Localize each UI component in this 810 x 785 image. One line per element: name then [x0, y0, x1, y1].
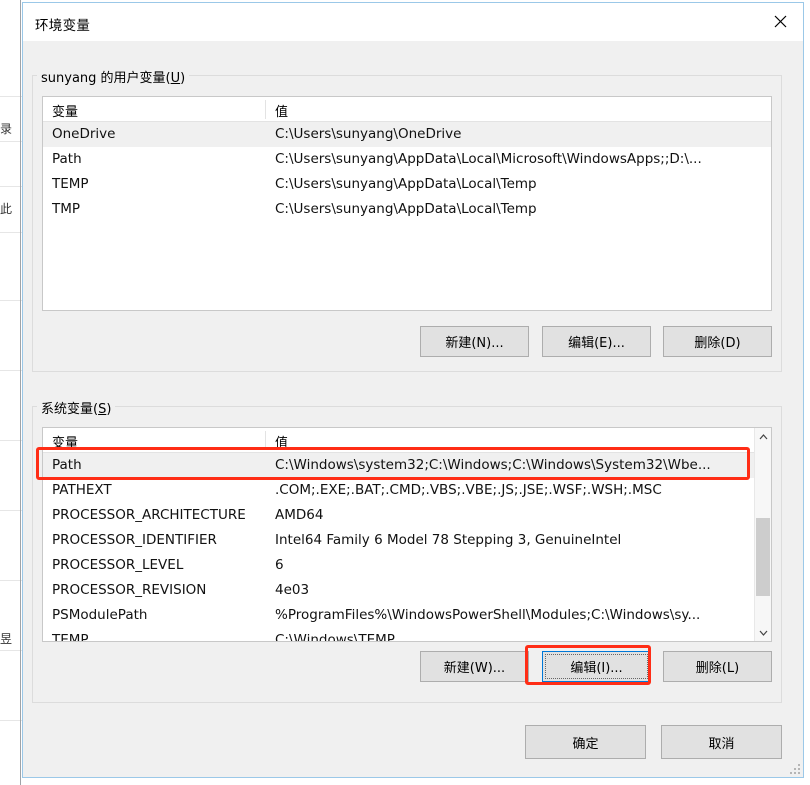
- background-text-fragment: 录: [0, 122, 13, 136]
- ok-button[interactable]: 确定: [525, 725, 646, 759]
- user-col-header-value[interactable]: 值: [275, 101, 288, 120]
- user-delete-label: 删除(D): [694, 336, 741, 351]
- table-row[interactable]: PROCESSOR_LEVEL 6: [43, 553, 754, 578]
- row-variable-name: Path: [52, 457, 82, 473]
- user-variables-list[interactable]: 变量 值 OneDrive C:\Users\sunyang\OneDrive Pa…: [42, 96, 772, 311]
- system-variables-legend: 系统变量(S): [37, 398, 116, 417]
- user-list-header: 变量 值: [43, 97, 771, 122]
- row-variable-value: 6: [275, 557, 284, 573]
- row-variable-value: C:\Users\sunyang\AppData\Local\Temp: [275, 176, 537, 192]
- row-variable-value: C:\Users\sunyang\OneDrive: [275, 126, 462, 142]
- system-new-button[interactable]: 新建(W)...: [420, 651, 529, 682]
- table-row[interactable]: PROCESSOR_IDENTIFIER Intel64 Family 6 Mod…: [43, 528, 754, 553]
- user-edit-label: 编辑(E)...: [568, 336, 625, 351]
- ok-label: 确定: [572, 736, 599, 752]
- row-variable-name: PROCESSOR_IDENTIFIER: [52, 532, 217, 548]
- close-icon[interactable]: [757, 3, 803, 40]
- row-variable-name: PROCESSOR_ARCHITECTURE: [52, 507, 246, 523]
- system-list-scrollbar[interactable]: [754, 428, 771, 641]
- user-col-header-name[interactable]: 变量: [52, 101, 78, 120]
- chevron-down-icon[interactable]: [755, 624, 771, 641]
- table-row[interactable]: PROCESSOR_REVISION 4e03: [43, 578, 754, 603]
- table-row[interactable]: Path C:\Windows\system32;C:\Windows;C:\Wi…: [43, 453, 754, 478]
- row-variable-name: PATHEXT: [52, 482, 112, 498]
- system-new-label: 新建(W)...: [443, 661, 506, 676]
- table-row[interactable]: PSModulePath %ProgramFiles%\WindowsPowerS…: [43, 603, 754, 628]
- system-list-header: 变量 值: [43, 428, 771, 453]
- table-row[interactable]: TEMP C:\Windows\TEMP: [43, 628, 754, 641]
- row-variable-value: .COM;.EXE;.BAT;.CMD;.VBS;.VBE;.JS;.JSE;.…: [275, 482, 662, 498]
- user-edit-button[interactable]: 编辑(E)...: [542, 326, 651, 357]
- system-edit-label: 编辑(I)...: [570, 661, 623, 676]
- system-col-header-value[interactable]: 值: [275, 432, 288, 451]
- cancel-label: 取消: [708, 736, 735, 752]
- scrollbar-thumb[interactable]: [756, 518, 770, 596]
- system-col-header-name[interactable]: 变量: [52, 432, 78, 451]
- row-variable-name: TEMP: [52, 176, 89, 192]
- system-variables-legend-text: 系统变量(S): [41, 402, 112, 417]
- resize-grip[interactable]: [788, 762, 800, 774]
- cancel-button[interactable]: 取消: [661, 725, 782, 759]
- background-window-edge: [20, 0, 21, 785]
- background-text-fragment: 昱: [0, 632, 13, 646]
- user-delete-button[interactable]: 删除(D): [663, 326, 772, 357]
- table-row[interactable]: Path C:\Users\sunyang\AppData\Local\Micro…: [43, 147, 771, 172]
- user-new-label: 新建(N)...: [445, 336, 504, 351]
- row-variable-value: C:\Users\sunyang\AppData\Local\Temp: [275, 201, 537, 217]
- row-variable-name: Path: [52, 151, 82, 167]
- dialog-title: 环境变量: [35, 18, 91, 34]
- environment-variables-dialog: 环境变量 sunyang 的用户变量(U) 变量 值 OneDrive C:\Us…: [22, 2, 804, 778]
- user-variables-legend: sunyang 的用户变量(U): [37, 67, 190, 86]
- table-row[interactable]: OneDrive C:\Users\sunyang\OneDrive: [43, 122, 771, 147]
- row-variable-value: AMD64: [275, 507, 324, 523]
- row-variable-value: 4e03: [275, 582, 310, 598]
- row-variable-name: OneDrive: [52, 126, 116, 142]
- table-row[interactable]: PROCESSOR_ARCHITECTURE AMD64: [43, 503, 754, 528]
- system-delete-button[interactable]: 删除(L): [663, 651, 772, 682]
- row-variable-name: PSModulePath: [52, 607, 148, 623]
- background-text-fragment: 此: [0, 202, 13, 216]
- row-variable-name: TEMP: [52, 632, 89, 641]
- table-row[interactable]: TMP C:\Users\sunyang\AppData\Local\Temp: [43, 197, 771, 222]
- system-edit-button[interactable]: 编辑(I)...: [542, 651, 651, 682]
- user-list-rows: OneDrive C:\Users\sunyang\OneDrive Path C:\…: [43, 122, 771, 310]
- system-list-rows: Path C:\Windows\system32;C:\Windows;C:\Wi…: [43, 453, 754, 641]
- user-variables-legend-text: sunyang 的用户变量(U): [41, 71, 186, 86]
- system-variables-list[interactable]: 变量 值 Path C:\Windows\system32;C:\Windows;…: [42, 427, 772, 642]
- row-variable-name: TMP: [52, 201, 81, 217]
- row-variable-value: C:\Windows\TEMP: [275, 632, 395, 641]
- chevron-up-icon[interactable]: [755, 428, 771, 445]
- dialog-title-bar: 环境变量: [23, 3, 803, 41]
- user-column-separator[interactable]: [265, 100, 266, 119]
- row-variable-value: C:\Windows\system32;C:\Windows;C:\Window…: [275, 457, 711, 473]
- row-variable-value: Intel64 Family 6 Model 78 Stepping 3, Ge…: [275, 532, 622, 548]
- row-variable-value: C:\Users\sunyang\AppData\Local\Microsoft…: [275, 151, 702, 167]
- row-variable-name: PROCESSOR_REVISION: [52, 582, 207, 598]
- system-column-separator[interactable]: [265, 431, 266, 450]
- row-variable-value: %ProgramFiles%\WindowsPowerShell\Modules…: [275, 607, 701, 623]
- row-variable-name: PROCESSOR_LEVEL: [52, 557, 184, 573]
- table-row[interactable]: TEMP C:\Users\sunyang\AppData\Local\Temp: [43, 172, 771, 197]
- user-new-button[interactable]: 新建(N)...: [420, 326, 529, 357]
- table-row[interactable]: PATHEXT .COM;.EXE;.BAT;.CMD;.VBS;.VBE;.JS…: [43, 478, 754, 503]
- system-delete-label: 删除(L): [695, 661, 740, 676]
